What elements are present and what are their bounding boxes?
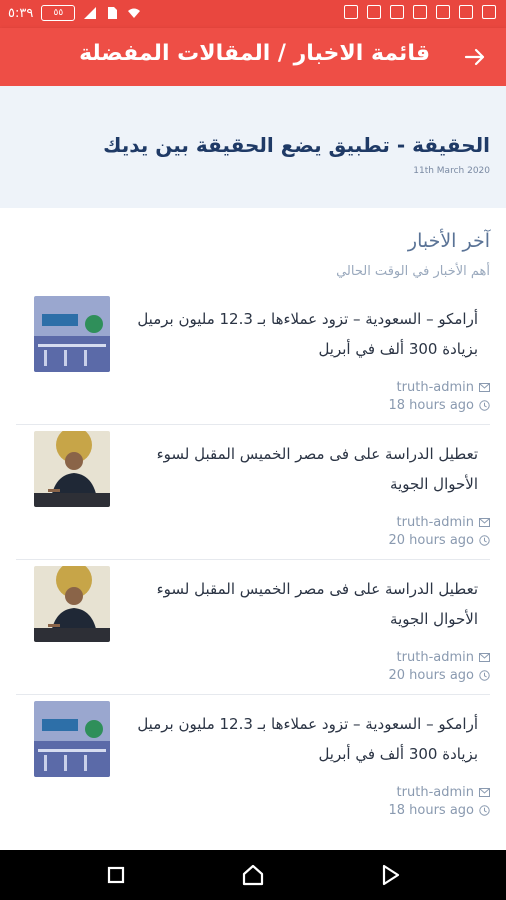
author-icon: [479, 788, 490, 797]
sim-icon: [108, 7, 118, 19]
news-author: truth-admin: [397, 515, 490, 530]
calendar-icon: [413, 5, 427, 19]
time-text: 20 hours ago: [388, 668, 474, 683]
clock-icon: [479, 670, 490, 681]
page-title: قائمة الاخبار / المقالات المفضلة: [79, 41, 430, 66]
usb-icon: [344, 5, 358, 19]
battery-level: ٥٥: [53, 8, 64, 18]
news-time: 18 hours ago: [388, 398, 490, 413]
clock-icon: [479, 400, 490, 411]
news-title: أرامكو – السعودية – تزود عملاءها بـ 12.3…: [137, 310, 478, 358]
clock-icon: [479, 535, 490, 546]
hero-title: الحقيقة - تطبيق يضع الحقيقة بين يديك: [103, 133, 490, 157]
news-title: أرامكو – السعودية – تزود عملاءها بـ 12.3…: [137, 715, 478, 763]
latest-news-section: آخر الأخبار أهم الأخبار في الوقت الحالي …: [0, 208, 506, 850]
author-name: truth-admin: [396, 650, 474, 665]
aramco-thumbnail: [34, 296, 110, 372]
news-author: truth-admin: [397, 380, 490, 395]
hero-date: 11th March 2020: [413, 166, 490, 176]
aramco-thumbnail: [34, 701, 110, 777]
news-time: 18 hours ago: [388, 803, 490, 818]
time-text: 18 hours ago: [388, 398, 474, 413]
status-bar: ٥:٣٩ ٥٥: [0, 0, 506, 28]
system-nav-bar: [0, 850, 506, 900]
news-title: تعطيل الدراسة على فى مصر الخميس المقبل ل…: [156, 445, 478, 493]
status-time: ٥:٣٩: [8, 5, 34, 21]
notification-icon: [459, 5, 473, 19]
author-name: truth-admin: [396, 515, 474, 530]
recent-apps-icon[interactable]: [103, 862, 129, 888]
signal-icon: [84, 7, 97, 19]
news-list: أرامكو – السعودية – تزود عملاءها بـ 12.3…: [0, 290, 506, 830]
author-name: truth-admin: [396, 380, 474, 395]
news-item[interactable]: أرامكو – السعودية – تزود عملاءها بـ 12.3…: [16, 695, 490, 830]
news-time: 20 hours ago: [388, 533, 490, 548]
back-button[interactable]: [462, 44, 488, 70]
minister-thumbnail: [34, 566, 110, 642]
news-time: 20 hours ago: [388, 668, 490, 683]
news-author: truth-admin: [397, 650, 490, 665]
hero-banner[interactable]: الحقيقة - تطبيق يضع الحقيقة بين يديك 11t…: [0, 86, 506, 208]
battery-icon: ٥٥: [41, 5, 76, 21]
author-icon: [479, 383, 490, 392]
app-bar: قائمة الاخبار / المقالات المفضلة: [0, 28, 506, 86]
news-author: truth-admin: [397, 785, 490, 800]
section-title: آخر الأخبار: [407, 230, 490, 252]
chat-icon: [367, 5, 381, 19]
news-item[interactable]: أرامكو – السعودية – تزود عملاءها بـ 12.3…: [16, 290, 490, 425]
settings-icon: [390, 5, 404, 19]
time-text: 18 hours ago: [388, 803, 474, 818]
arrow-forward-icon: [464, 48, 485, 66]
time-text: 20 hours ago: [388, 533, 474, 548]
author-name: truth-admin: [396, 785, 474, 800]
section-subtitle: أهم الأخبار في الوقت الحالي: [336, 264, 490, 279]
minister-thumbnail: [34, 431, 110, 507]
image-icon: [436, 5, 450, 19]
home-icon[interactable]: [240, 862, 266, 888]
news-title: تعطيل الدراسة على فى مصر الخميس المقبل ل…: [156, 580, 478, 628]
back-nav-icon[interactable]: [377, 862, 403, 888]
clock-icon: [479, 805, 490, 816]
author-icon: [479, 518, 490, 527]
news-item[interactable]: تعطيل الدراسة على فى مصر الخميس المقبل ل…: [16, 560, 490, 695]
author-icon: [479, 653, 490, 662]
news-item[interactable]: تعطيل الدراسة على فى مصر الخميس المقبل ل…: [16, 425, 490, 560]
vibrate-icon: [482, 5, 496, 19]
wifi-icon: [128, 8, 141, 18]
